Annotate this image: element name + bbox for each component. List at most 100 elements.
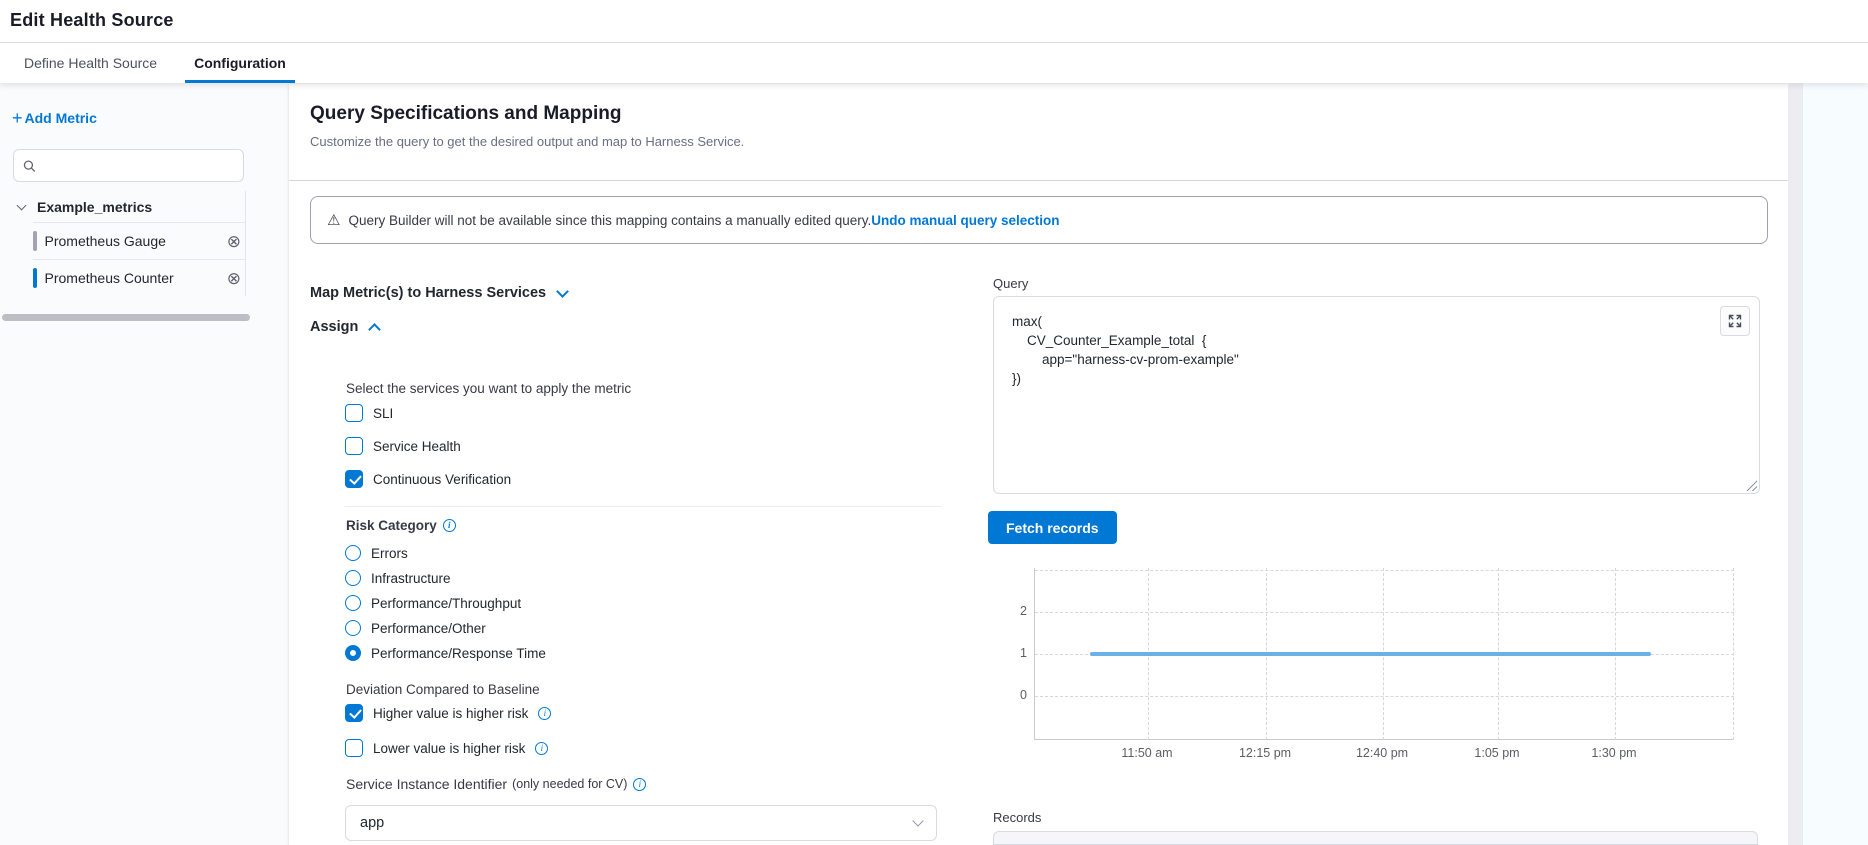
- service-health-checkbox[interactable]: [345, 437, 363, 455]
- query-text: max( CV_Counter_Example_total { app="har…: [994, 297, 1759, 403]
- infrastructure-radio[interactable]: [345, 570, 361, 586]
- checkbox-row-higher-value[interactable]: Higher value is higher risk i: [345, 704, 551, 722]
- checkbox-row-service-health[interactable]: Service Health: [345, 437, 461, 455]
- map-metrics-title: Map Metric(s) to Harness Services: [310, 285, 546, 301]
- query-builder-warning-banner: ⚠ Query Builder will not be available si…: [310, 196, 1768, 244]
- series-line: [1090, 652, 1651, 656]
- chart-plot: 012: [1034, 568, 1734, 740]
- info-icon[interactable]: i: [538, 707, 551, 720]
- remove-metric-icon[interactable]: ⊗: [227, 270, 241, 287]
- metrics-sidebar: + Add Metric Example_metrics Prometheus …: [0, 83, 288, 845]
- radio-label: Performance/Throughput: [371, 596, 521, 611]
- search-icon: [23, 159, 36, 173]
- undo-manual-query-link[interactable]: Undo manual query selection: [871, 213, 1059, 228]
- performance-response-time-radio[interactable]: [345, 645, 361, 661]
- chevron-down-icon: [912, 815, 923, 826]
- higher-value-checkbox[interactable]: [345, 704, 363, 722]
- continuous-verification-checkbox[interactable]: [345, 470, 363, 488]
- y-axis-tick-label: 1: [1001, 646, 1027, 660]
- radio-row-infrastructure[interactable]: Infrastructure: [345, 570, 451, 586]
- risk-category-text: Risk Category: [346, 518, 437, 533]
- resize-handle[interactable]: [1746, 480, 1757, 491]
- page-background-strip: [1802, 83, 1868, 845]
- radio-row-errors[interactable]: Errors: [345, 545, 408, 561]
- records-label: Records: [993, 810, 1041, 825]
- info-icon[interactable]: i: [443, 519, 456, 532]
- selection-bar: [33, 231, 37, 251]
- divider: [289, 180, 1788, 181]
- gridline-h: [1035, 570, 1734, 571]
- errors-radio[interactable]: [345, 545, 361, 561]
- tab-define-health-source[interactable]: Define Health Source: [22, 43, 159, 83]
- checkbox-label: Higher value is higher risk: [373, 706, 528, 721]
- checkbox-label: Lower value is higher risk: [373, 741, 525, 756]
- vertical-scrollbar-track[interactable]: [1789, 83, 1802, 845]
- y-axis-tick-label: 2: [1001, 604, 1027, 618]
- radio-label: Performance/Response Time: [371, 646, 546, 661]
- service-instance-identifier-label: Service Instance Identifier (only needed…: [346, 776, 646, 792]
- checkbox-row-continuous-verification[interactable]: Continuous Verification: [345, 470, 511, 488]
- radio-row-performance-other[interactable]: Performance/Other: [345, 620, 486, 636]
- query-specifications-panel: Query Specifications and Mapping Customi…: [289, 84, 1788, 845]
- checkbox-row-sli[interactable]: SLI: [345, 404, 393, 422]
- checkbox-label: SLI: [373, 406, 393, 421]
- info-icon[interactable]: i: [535, 742, 548, 755]
- checkbox-row-lower-value[interactable]: Lower value is higher risk i: [345, 739, 548, 757]
- metric-item-prometheus-counter[interactable]: Prometheus Counter ⊗: [13, 260, 245, 296]
- window-header: Edit Health Source: [0, 0, 1868, 42]
- gridline-v: [1733, 568, 1734, 740]
- x-axis-tick-label: 1:05 pm: [1437, 746, 1557, 760]
- info-icon[interactable]: i: [633, 778, 646, 791]
- sii-sublabel-text: (only needed for CV): [512, 777, 627, 791]
- warning-icon: ⚠: [327, 211, 340, 229]
- metric-group-name: Example_metrics: [37, 199, 152, 215]
- map-metrics-section-toggle[interactable]: Map Metric(s) to Harness Services: [310, 285, 567, 301]
- add-metric-button[interactable]: + Add Metric: [12, 110, 97, 126]
- sidebar-horizontal-scrollbar[interactable]: [2, 314, 250, 321]
- radio-label: Performance/Other: [371, 621, 486, 636]
- metric-search-input[interactable]: [43, 158, 234, 173]
- metric-search-box[interactable]: [13, 149, 244, 182]
- metric-item-label: Prometheus Counter: [45, 270, 174, 286]
- metric-group-row[interactable]: Example_metrics: [13, 191, 245, 222]
- gridline-h: [1035, 696, 1734, 697]
- x-axis-tick-label: 12:15 pm: [1205, 746, 1325, 760]
- section-title: Query Specifications and Mapping: [310, 103, 621, 125]
- performance-throughput-radio[interactable]: [345, 595, 361, 611]
- plus-icon: +: [12, 111, 23, 125]
- risk-category-label: Risk Category i: [346, 518, 456, 533]
- x-axis-tick-label: 1:30 pm: [1554, 746, 1674, 760]
- gridline-h: [1035, 612, 1734, 613]
- section-subtitle: Customize the query to get the desired o…: [310, 134, 744, 149]
- expand-query-button[interactable]: [1720, 306, 1750, 336]
- content-area: + Add Metric Example_metrics Prometheus …: [0, 83, 1868, 845]
- query-editor[interactable]: max( CV_Counter_Example_total { app="har…: [993, 296, 1760, 494]
- checkbox-label: Continuous Verification: [373, 472, 511, 487]
- query-label: Query: [993, 276, 1028, 291]
- radio-row-performance-throughput[interactable]: Performance/Throughput: [345, 595, 521, 611]
- checkbox-label: Service Health: [373, 439, 461, 454]
- tab-configuration[interactable]: Configuration: [185, 43, 295, 83]
- assign-section-toggle[interactable]: Assign: [310, 319, 379, 335]
- dropdown-value: app: [360, 815, 384, 831]
- performance-other-radio[interactable]: [345, 620, 361, 636]
- metric-item-prometheus-gauge[interactable]: Prometheus Gauge ⊗: [13, 223, 245, 259]
- chevron-up-icon: [368, 323, 381, 336]
- metric-item-label: Prometheus Gauge: [45, 233, 166, 249]
- remove-metric-icon[interactable]: ⊗: [227, 233, 241, 250]
- deviation-label: Deviation Compared to Baseline: [346, 682, 540, 697]
- records-box: [993, 831, 1758, 845]
- radio-row-performance-response-time[interactable]: Performance/Response Time: [345, 645, 546, 661]
- sli-checkbox[interactable]: [345, 404, 363, 422]
- y-axis-tick-label: 0: [1001, 688, 1027, 702]
- chevron-down-icon: [17, 200, 27, 210]
- service-instance-dropdown[interactable]: app: [345, 805, 937, 841]
- tab-bar: Define Health Source Configuration: [0, 42, 1868, 83]
- add-metric-label: Add Metric: [25, 110, 97, 126]
- lower-value-checkbox[interactable]: [345, 739, 363, 757]
- fetch-records-button[interactable]: Fetch records: [988, 511, 1117, 544]
- divider: [345, 506, 941, 507]
- x-axis-tick-label: 11:50 am: [1087, 746, 1207, 760]
- selection-bar: [33, 268, 37, 288]
- assign-title: Assign: [310, 319, 358, 335]
